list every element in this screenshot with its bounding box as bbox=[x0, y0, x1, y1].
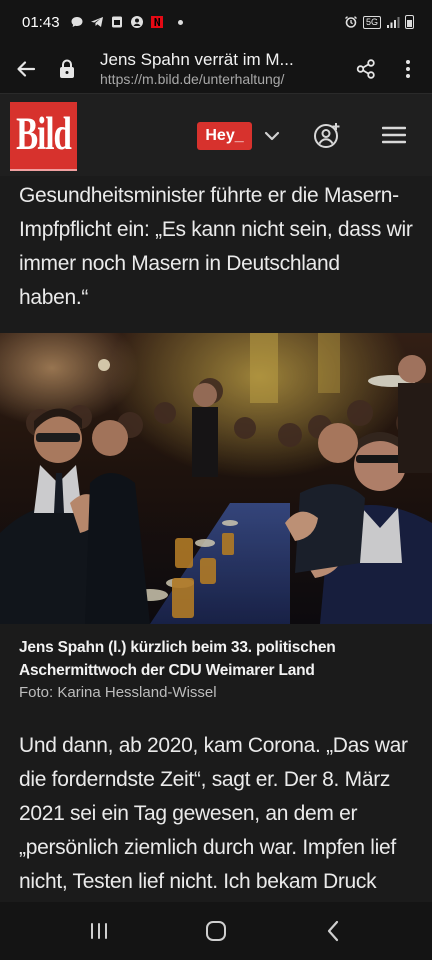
chat-icon bbox=[71, 17, 83, 27]
home-icon bbox=[205, 921, 226, 941]
share-icon bbox=[356, 58, 375, 79]
hey-button[interactable]: Hey_ bbox=[197, 122, 252, 150]
netflix-icon bbox=[150, 16, 163, 28]
back-button[interactable] bbox=[0, 44, 52, 93]
site-info-button[interactable] bbox=[52, 44, 82, 93]
hey-dropdown-toggle[interactable] bbox=[260, 122, 284, 150]
battery-icon bbox=[405, 15, 414, 29]
telegram-icon bbox=[90, 17, 103, 27]
caption-title: Jens Spahn (l.) kürzlich beim 33. politi… bbox=[19, 639, 336, 679]
alarm-icon bbox=[345, 16, 357, 28]
status-time: 01:43 bbox=[22, 13, 60, 31]
photo-caption: Jens Spahn (l.) kürzlich beim 33. politi… bbox=[0, 624, 432, 704]
url-info[interactable]: Jens Spahn verrät im M... https://m.bild… bbox=[82, 49, 344, 88]
lock-icon bbox=[60, 59, 74, 78]
article-paragraph: Und dann, ab 2020, kam Corona. „Das war … bbox=[19, 734, 408, 893]
nav-back-button[interactable] bbox=[303, 906, 363, 956]
page-url: https://m.bild.de/unterhaltung/ bbox=[100, 71, 285, 87]
chevron-left-icon bbox=[328, 920, 339, 942]
recents-icon bbox=[90, 923, 107, 939]
system-nav-bar bbox=[0, 902, 432, 960]
hamburger-icon bbox=[382, 126, 406, 144]
overflow-menu-button[interactable] bbox=[388, 44, 428, 93]
bild-logo[interactable]: Bild bbox=[10, 102, 77, 171]
user-add-icon bbox=[314, 123, 340, 148]
photo-credit: Foto: Karina Hessland-Wissel bbox=[19, 684, 217, 701]
notification-dot-icon bbox=[177, 19, 183, 25]
event-photo-image bbox=[0, 333, 432, 624]
url-bar: Jens Spahn verrät im M... https://m.bild… bbox=[0, 44, 432, 93]
site-header: Bild Hey_ bbox=[0, 93, 432, 176]
arrow-left-icon bbox=[17, 60, 36, 77]
more-vert-icon bbox=[406, 59, 410, 78]
article-paragraph: Gesundheitsminister führte er die Masern… bbox=[19, 184, 413, 309]
account-icon bbox=[130, 16, 143, 28]
share-button[interactable] bbox=[344, 44, 388, 93]
signal-icon bbox=[387, 17, 400, 28]
bild-logo-text: Bild bbox=[16, 109, 72, 160]
status-left: 01:43 bbox=[22, 14, 183, 31]
recents-button[interactable] bbox=[69, 906, 129, 956]
home-button[interactable] bbox=[186, 906, 246, 956]
status-right: 5G bbox=[344, 15, 414, 29]
menu-button[interactable] bbox=[378, 118, 410, 152]
chevron-down-icon bbox=[264, 131, 280, 141]
status-bar: 01:43 5G bbox=[0, 0, 432, 44]
5g-icon: 5G bbox=[362, 15, 381, 29]
article-photo[interactable] bbox=[0, 333, 432, 624]
page-title: Jens Spahn verrät im M... bbox=[100, 50, 294, 69]
account-button[interactable] bbox=[311, 118, 343, 152]
article-body: Gesundheitsminister führte er die Masern… bbox=[0, 176, 432, 902]
sim-icon bbox=[111, 16, 122, 28]
